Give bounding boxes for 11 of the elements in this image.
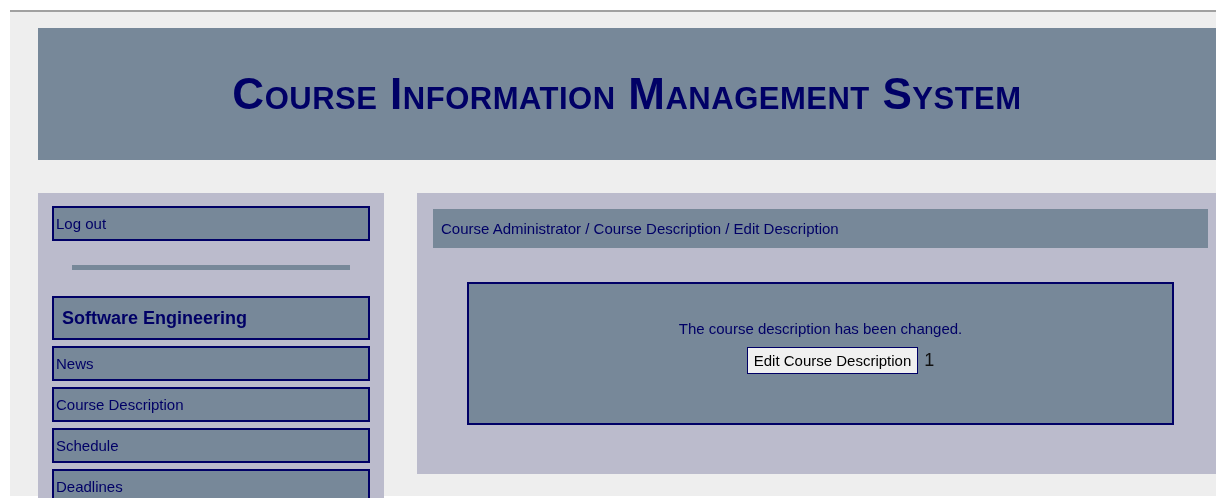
- course-heading: Software Engineering: [52, 296, 370, 340]
- logout-link[interactable]: Log out: [52, 206, 370, 241]
- sidebar-link[interactable]: News: [52, 346, 370, 381]
- sidebar-link[interactable]: Course Description: [52, 387, 370, 422]
- edit-description-button[interactable]: Edit Course Description: [746, 347, 919, 374]
- annotation-number: 1: [924, 350, 935, 371]
- sidebar-link[interactable]: Schedule: [52, 428, 370, 463]
- site-title: Course Information Management System: [232, 69, 1022, 119]
- confirmation-message: The course description has been changed.: [678, 320, 963, 337]
- sidebar-link[interactable]: Deadlines: [52, 469, 370, 498]
- breadcrumb: Course Administrator / Course Description / Edit Description: [433, 209, 1208, 248]
